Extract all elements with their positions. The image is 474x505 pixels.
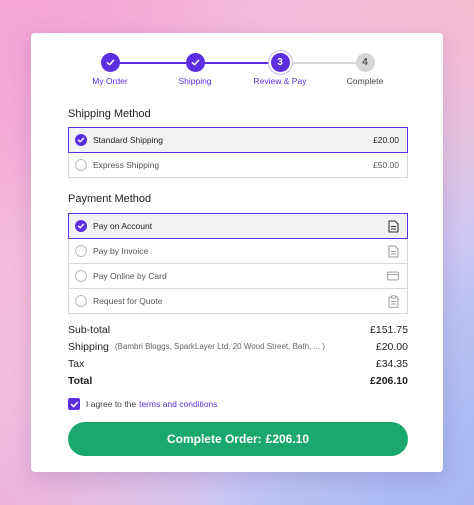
complete-order-label: Complete Order: bbox=[166, 432, 262, 446]
payment-option-label: Pay on Account bbox=[93, 221, 153, 231]
shipping-option-express[interactable]: Express Shipping £50.00 bbox=[68, 152, 408, 178]
step-label: Complete bbox=[346, 76, 384, 86]
clipboard-icon bbox=[387, 294, 399, 308]
step-complete: 4 Complete bbox=[330, 53, 400, 86]
subtotal-value: £151.75 bbox=[370, 323, 408, 336]
tax-value: £34.35 bbox=[375, 357, 408, 370]
payment-option-quote[interactable]: Request for Quote bbox=[68, 288, 408, 314]
radio-unchecked-icon[interactable] bbox=[75, 270, 87, 282]
total-label: Total bbox=[68, 374, 93, 387]
shipping-address: (Bambri Bloggs, SparkLayer Ltd, 20 Wood … bbox=[115, 342, 376, 351]
tax-label: Tax bbox=[68, 357, 85, 370]
shipping-options: Standard Shipping £20.00 Express Shippin… bbox=[68, 127, 408, 178]
shipping-address-text: (Bambri Bloggs, SparkLayer Ltd, 20 Wood … bbox=[114, 342, 321, 351]
credit-card-icon bbox=[387, 270, 399, 283]
total-value: £206.10 bbox=[370, 374, 408, 387]
check-icon bbox=[185, 53, 205, 72]
shipping-option-price: £20.00 bbox=[373, 135, 399, 145]
subtotal-row: Sub-total £151.75 bbox=[68, 321, 408, 338]
shipping-method-title: Shipping Method bbox=[68, 108, 151, 120]
shipping-row: Shipping (Bambri Bloggs, SparkLayer Ltd,… bbox=[68, 338, 408, 355]
shipping-label: Shipping bbox=[68, 340, 109, 353]
terms-checkbox[interactable] bbox=[68, 398, 80, 410]
shipping-option-price: £50.00 bbox=[373, 160, 399, 170]
radio-unchecked-icon[interactable] bbox=[75, 159, 87, 171]
step-number: 4 bbox=[355, 53, 375, 72]
payment-option-label: Request for Quote bbox=[93, 296, 163, 306]
shipping-address-close: ) bbox=[322, 342, 326, 351]
shipping-option-label: Standard Shipping bbox=[93, 135, 163, 145]
subtotal-label: Sub-total bbox=[68, 323, 111, 336]
radio-unchecked-icon[interactable] bbox=[75, 295, 87, 307]
complete-order-amount: £206.10 bbox=[265, 432, 310, 446]
invoice-icon bbox=[387, 245, 399, 258]
complete-order-button[interactable]: Complete Order: £206.10 bbox=[68, 422, 408, 456]
step-shipping[interactable]: Shipping bbox=[160, 53, 230, 86]
document-icon bbox=[387, 219, 399, 233]
terms-link[interactable]: terms and conditions bbox=[139, 399, 217, 409]
payment-option-label: Pay by Invoice bbox=[93, 246, 149, 256]
order-summary: Sub-total £151.75 Shipping (Bambri Blogg… bbox=[68, 321, 408, 389]
payment-option-invoice[interactable]: Pay by Invoice bbox=[68, 238, 408, 264]
check-icon bbox=[100, 53, 120, 72]
radio-checked-icon[interactable] bbox=[75, 220, 87, 232]
step-label: Review & Pay bbox=[253, 76, 307, 86]
shipping-option-label: Express Shipping bbox=[93, 160, 160, 170]
radio-checked-icon[interactable] bbox=[75, 134, 87, 146]
step-label: My Order bbox=[92, 76, 128, 86]
step-review-pay[interactable]: 3 Review & Pay bbox=[245, 53, 315, 86]
radio-unchecked-icon[interactable] bbox=[75, 245, 87, 257]
total-row: Total £206.10 bbox=[68, 372, 408, 389]
step-number: 3 bbox=[270, 53, 290, 72]
payment-option-label: Pay Online by Card bbox=[93, 271, 167, 281]
terms-text: I agree to the bbox=[86, 399, 137, 409]
tax-row: Tax £34.35 bbox=[68, 355, 408, 372]
checkout-card: My Order Shipping 3 Review & Pay 4 Compl… bbox=[31, 33, 443, 472]
shipping-value: £20.00 bbox=[375, 340, 408, 353]
payment-method-title: Payment Method bbox=[68, 193, 152, 205]
payment-option-account[interactable]: Pay on Account bbox=[68, 213, 408, 239]
step-my-order[interactable]: My Order bbox=[75, 53, 145, 86]
terms-agreement: I agree to the terms and conditions bbox=[68, 398, 218, 410]
checkout-stepper: My Order Shipping 3 Review & Pay 4 Compl… bbox=[31, 33, 443, 93]
payment-options: Pay on Account Pay by Invoice Pay Online… bbox=[68, 213, 408, 314]
shipping-option-standard[interactable]: Standard Shipping £20.00 bbox=[68, 127, 408, 153]
payment-option-card[interactable]: Pay Online by Card bbox=[68, 263, 408, 289]
step-label: Shipping bbox=[178, 76, 212, 86]
